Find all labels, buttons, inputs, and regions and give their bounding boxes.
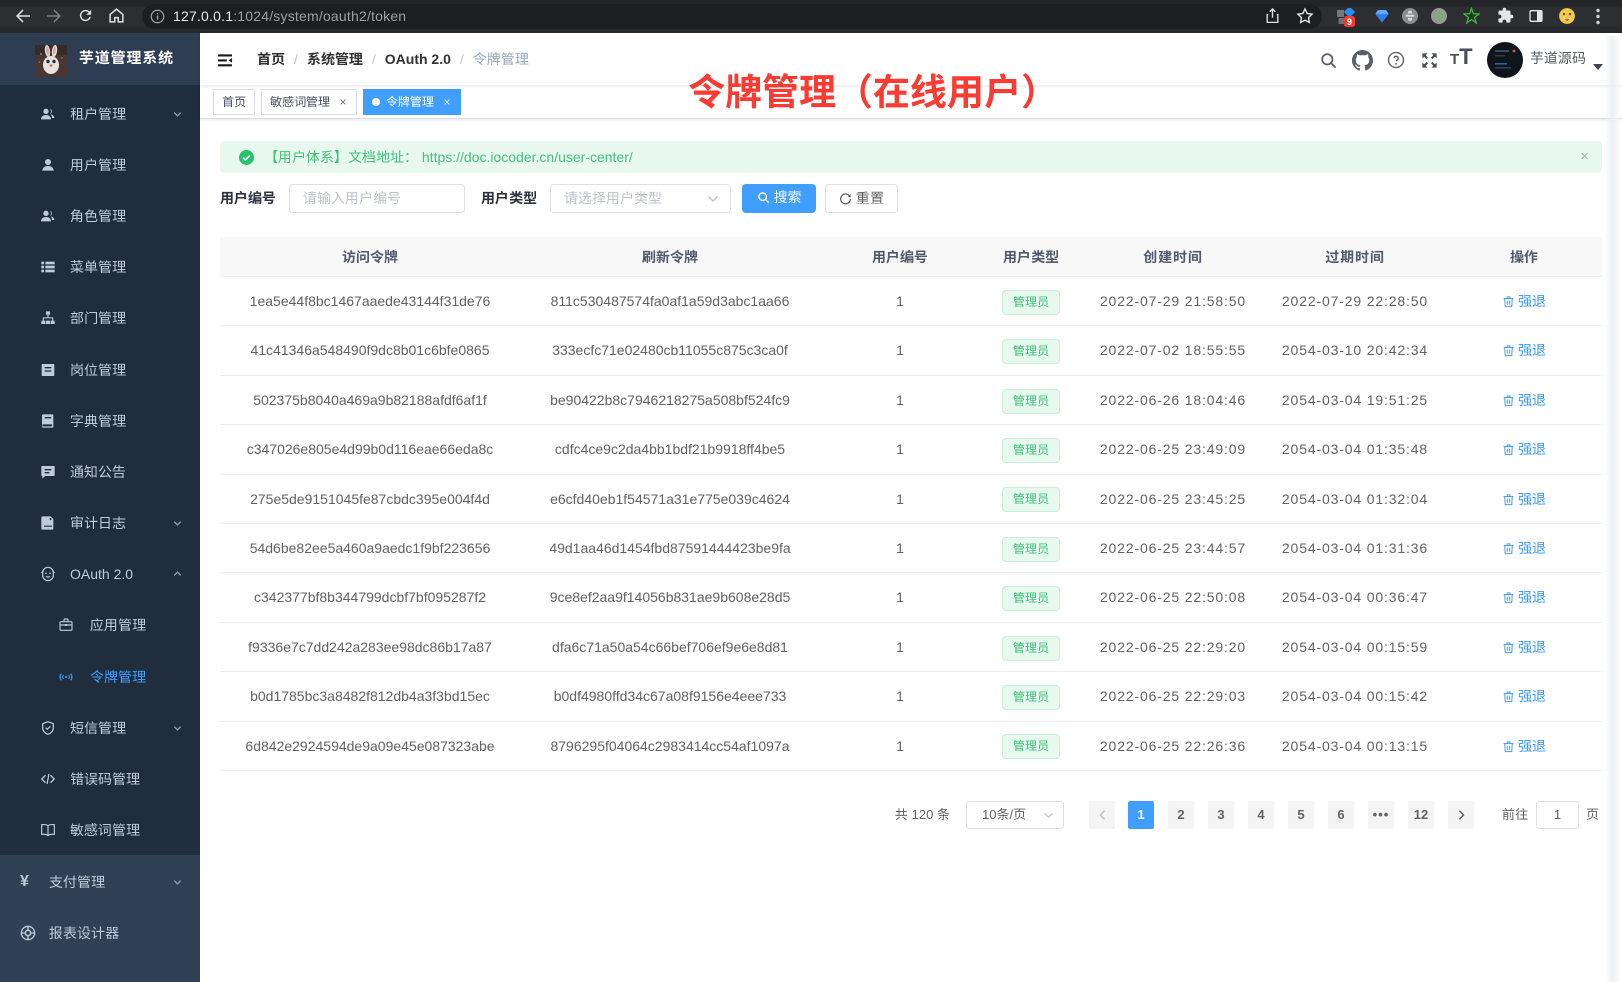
- svg-text:9: 9: [1347, 17, 1352, 27]
